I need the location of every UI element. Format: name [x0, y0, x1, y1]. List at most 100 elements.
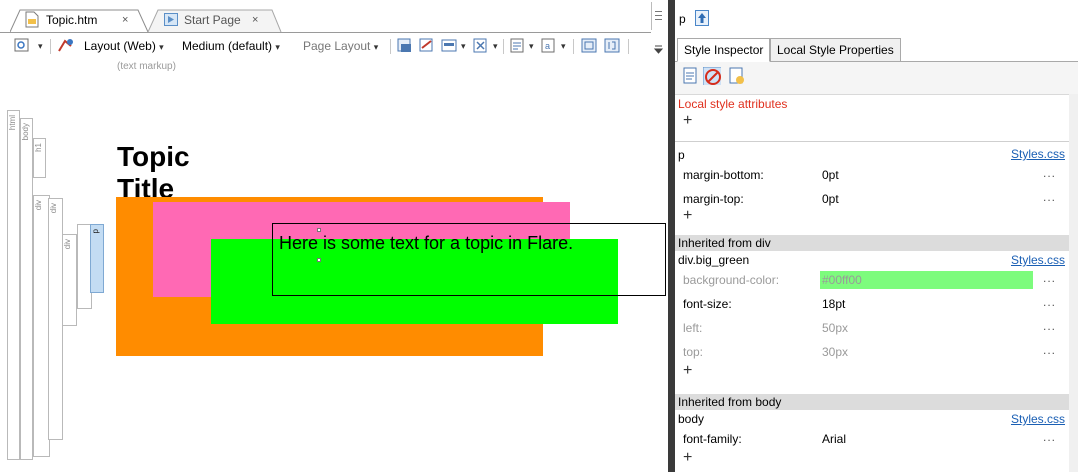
arrow-up-icon — [698, 13, 706, 23]
property-name: background-color: — [683, 273, 780, 287]
styles-css-link[interactable]: Styles.css — [1011, 147, 1065, 161]
chevron-down-icon[interactable]: ▾ — [38, 37, 43, 55]
editor-toolbar: ▾ Layout (Web) ▾ Medium (default) ▾ Page… — [0, 34, 668, 58]
property-value[interactable]: 0pt — [822, 192, 839, 206]
close-icon[interactable]: × — [252, 9, 258, 31]
media-switch-icon[interactable] — [57, 38, 73, 53]
tab-label: Topic.htm — [46, 13, 98, 27]
chevron-down-icon: ▾ — [373, 42, 379, 52]
show-properties-icon[interactable] — [682, 67, 700, 85]
toolbar-separator — [390, 39, 391, 54]
toolbar-separator — [503, 39, 504, 54]
paragraph-text[interactable]: Here is some text for a topic in Flare. — [279, 230, 619, 257]
local-style-title: Local style attributes — [678, 97, 788, 111]
inherited-from-div-header: Inherited from div — [675, 235, 1069, 251]
tracked-changes-icon[interactable] — [473, 38, 489, 53]
text-markup-hint: (text markup) — [117, 61, 176, 72]
styles-css-link[interactable]: Styles.css — [1011, 412, 1065, 426]
more-button[interactable]: ... — [1043, 319, 1056, 333]
toolbar-separator — [628, 39, 629, 54]
inspector-header: p — [675, 0, 1078, 34]
add-local-attribute-button[interactable]: + — [683, 113, 692, 129]
tag-label: div — [63, 239, 72, 250]
property-row[interactable]: font-family: Arial ... — [675, 428, 1069, 450]
tag-bar-body[interactable]: body — [20, 118, 33, 460]
property-row[interactable]: font-size: 18pt ... — [675, 293, 1069, 315]
style-properties-list: Local style attributes + p Styles.css ma… — [675, 94, 1069, 472]
property-row[interactable]: margin-top: 0pt ... — [675, 188, 1069, 210]
resize-handle[interactable] — [317, 228, 321, 232]
more-button[interactable]: ... — [1043, 190, 1056, 204]
tab-list-menu-icon[interactable] — [651, 2, 664, 30]
add-property-button[interactable]: + — [683, 363, 692, 379]
chevron-down-icon[interactable]: ▾ — [529, 37, 534, 55]
tag-label: div — [49, 203, 58, 214]
property-value[interactable]: #00ff00 — [822, 273, 862, 287]
inspector-tabs: Style Inspector Local Style Properties — [675, 38, 1078, 62]
tag-label: h1 — [34, 143, 43, 152]
tag-label: body — [21, 123, 30, 141]
styles-css-link[interactable]: Styles.css — [1011, 253, 1065, 267]
more-button[interactable]: ... — [1043, 295, 1056, 309]
section-divider — [675, 141, 1069, 142]
tab-underline — [0, 32, 651, 33]
selector-p: p — [678, 148, 685, 162]
conditions-icon[interactable] — [510, 38, 526, 53]
chevron-down-icon: ▾ — [275, 42, 280, 52]
property-row[interactable]: left: 50px ... — [675, 317, 1069, 339]
insert-snippet-icon[interactable] — [581, 38, 597, 53]
chevron-down-icon[interactable]: ▾ — [461, 37, 466, 55]
tab-topic-htm[interactable]: Topic.htm × — [10, 9, 150, 32]
tag-bar-h1[interactable]: h1 — [33, 138, 46, 178]
tab-local-style-properties[interactable]: Local Style Properties — [770, 38, 901, 62]
view-links-icon[interactable] — [419, 38, 435, 53]
add-property-button[interactable]: + — [683, 208, 692, 224]
add-property-button[interactable]: + — [683, 450, 692, 466]
toolbar-separator — [50, 39, 51, 54]
topic-title[interactable]: Topic Title — [117, 141, 190, 205]
page-layout-dropdown[interactable]: Page Layout ▾ — [303, 37, 378, 55]
chevron-down-icon[interactable]: ▾ — [493, 37, 498, 55]
property-name: margin-bottom: — [683, 168, 764, 182]
vertical-scrollbar[interactable] — [1069, 94, 1078, 472]
more-button[interactable]: ... — [1043, 271, 1056, 285]
property-row[interactable]: margin-bottom: 0pt ... — [675, 164, 1069, 186]
property-value[interactable]: 30px — [822, 345, 848, 359]
new-style-icon[interactable] — [728, 67, 746, 85]
more-button[interactable]: ... — [1043, 343, 1056, 357]
insert-condition-icon[interactable] — [604, 38, 620, 53]
pane-splitter[interactable] — [668, 0, 675, 472]
zoom-icon[interactable] — [14, 38, 30, 53]
select-parent-icon[interactable] — [695, 10, 709, 26]
tag-bar-div-inner[interactable]: div — [62, 234, 77, 326]
layout-dropdown[interactable]: Layout (Web) ▾ — [84, 37, 164, 55]
tag-bar-div-middle[interactable]: div — [48, 198, 63, 440]
tab-style-inspector[interactable]: Style Inspector — [677, 38, 771, 62]
close-icon[interactable]: × — [122, 9, 128, 31]
more-button[interactable]: ... — [1043, 430, 1056, 444]
property-name: font-family: — [683, 432, 742, 446]
tab-start-page[interactable]: Start Page × — [148, 9, 282, 32]
tag-bar-html[interactable]: html — [7, 110, 20, 460]
property-value[interactable]: 18pt — [822, 297, 845, 311]
chevron-down-icon[interactable]: ▾ — [561, 37, 566, 55]
tag-bar-p[interactable]: p — [90, 224, 104, 293]
svg-text:a: a — [545, 41, 550, 51]
show-blocks-icon[interactable] — [441, 38, 457, 53]
property-value[interactable]: 50px — [822, 321, 848, 335]
selector-div-big-green: div.big_green — [678, 253, 750, 267]
property-value[interactable]: Arial — [822, 432, 846, 446]
variables-icon[interactable]: a — [541, 38, 557, 53]
no-style-icon[interactable] — [703, 67, 721, 85]
tag-label: div — [34, 200, 43, 211]
inspector-body: Local style attributes + p Styles.css ma… — [675, 62, 1078, 472]
property-row[interactable]: background-color: #00ff00 ... — [675, 269, 1069, 291]
property-name: top: — [683, 345, 704, 359]
property-row[interactable]: top: 30px ... — [675, 341, 1069, 363]
tag-label: p — [91, 229, 100, 234]
medium-dropdown[interactable]: Medium (default) ▾ — [182, 37, 280, 55]
preview-icon[interactable] — [397, 38, 413, 53]
more-button[interactable]: ... — [1043, 166, 1056, 180]
property-value[interactable]: 0pt — [822, 168, 839, 182]
resize-handle[interactable] — [317, 258, 321, 262]
